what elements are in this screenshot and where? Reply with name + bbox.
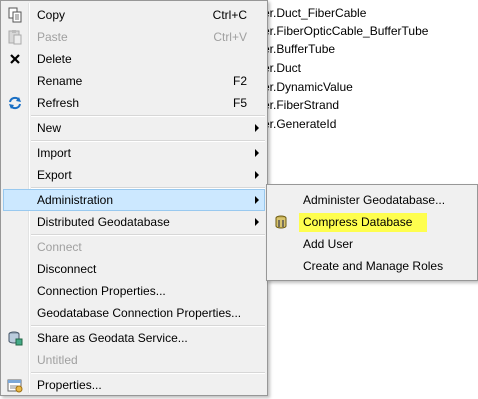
copy-menu-item[interactable]: Copy Ctrl+C (3, 4, 265, 26)
list-item[interactable]: er.Duct_FiberCable (263, 4, 366, 23)
menu-item-label: New (37, 121, 62, 135)
list-item[interactable]: er.Duct (263, 59, 301, 78)
compress-database-icon (273, 214, 289, 230)
refresh-icon (7, 95, 23, 111)
menu-item-label: Rename (37, 74, 83, 88)
menu-item-label: Export (37, 168, 72, 182)
menu-item-shortcut: F5 (232, 96, 247, 110)
menu-item-label: Connection Properties... (37, 284, 166, 298)
submenu-arrow-icon (255, 196, 259, 204)
submenu-arrow-icon (255, 171, 259, 179)
compress-database-menu-item[interactable]: Compress Database (269, 211, 475, 233)
menu-item-label: Administer Geodatabase... (303, 193, 446, 207)
list-item[interactable]: er.FiberOpticCable_BufferTube (263, 22, 428, 41)
submenu-arrow-icon (255, 149, 259, 157)
connect-menu-item[interactable]: Connect (3, 236, 265, 258)
menu-item-shortcut: Ctrl+C (212, 8, 247, 22)
refresh-menu-item[interactable]: Refresh F5 (3, 92, 265, 114)
administration-menu-item[interactable]: Administration (3, 189, 265, 211)
menu-item-label: Add User (303, 237, 354, 251)
connection-properties-menu-item[interactable]: Connection Properties... (3, 280, 265, 302)
menu-item-label: Distributed Geodatabase (37, 215, 170, 229)
rename-menu-item[interactable]: Rename F2 (3, 70, 265, 92)
delete-menu-item[interactable]: Delete (3, 48, 265, 70)
menu-item-label: Share as Geodata Service... (37, 331, 188, 345)
create-manage-roles-menu-item[interactable]: Create and Manage Roles (269, 255, 475, 277)
geodata-service-icon (7, 330, 23, 346)
copy-icon (7, 7, 23, 23)
menu-item-label: Properties... (37, 378, 102, 392)
disconnect-menu-item[interactable]: Disconnect (3, 258, 265, 280)
menu-item-label: Copy (37, 8, 66, 22)
administer-geodatabase-menu-item[interactable]: Administer Geodatabase... (269, 189, 475, 211)
properties-icon (7, 377, 23, 393)
submenu-arrow-icon (255, 218, 259, 226)
submenu-arrow-icon (255, 124, 259, 132)
new-menu-item[interactable]: New (3, 117, 265, 139)
properties-menu-item[interactable]: Properties... (3, 374, 265, 396)
export-menu-item[interactable]: Export (3, 164, 265, 186)
list-item[interactable]: er.DynamicValue (263, 78, 353, 97)
paste-menu-item[interactable]: Paste Ctrl+V (3, 26, 265, 48)
menu-item-label: Disconnect (37, 262, 97, 276)
import-menu-item[interactable]: Import (3, 142, 265, 164)
share-geodata-service-menu-item[interactable]: Share as Geodata Service... (3, 327, 265, 349)
menu-item-label: Geodatabase Connection Properties... (37, 306, 242, 320)
menu-item-label: Paste (37, 30, 68, 44)
list-item[interactable]: er.GenerateId (263, 115, 336, 134)
delete-icon (7, 51, 23, 67)
context-menu: Copy Ctrl+C Paste Ctrl+V Delete Rename F… (0, 0, 268, 396)
geodatabase-connection-properties-menu-item[interactable]: Geodatabase Connection Properties... (3, 302, 265, 324)
untitled-menu-item[interactable]: Untitled (3, 349, 265, 371)
distributed-geodatabase-menu-item[interactable]: Distributed Geodatabase (3, 211, 265, 233)
menu-item-label: Compress Database (303, 215, 413, 229)
paste-icon (7, 29, 23, 45)
menu-item-shortcut: F2 (232, 74, 247, 88)
menu-item-label: Connect (37, 240, 82, 254)
menu-item-label: Untitled (37, 353, 78, 367)
list-item[interactable]: er.BufferTube (263, 40, 335, 59)
list-item[interactable]: er.FiberStrand (263, 96, 339, 115)
menu-item-label: Import (37, 146, 72, 160)
menu-item-shortcut: Ctrl+V (213, 30, 247, 44)
administration-submenu: Administer Geodatabase... Compress Datab… (266, 184, 478, 281)
menu-item-label: Delete (37, 52, 72, 66)
add-user-menu-item[interactable]: Add User (269, 233, 475, 255)
menu-item-label: Create and Manage Roles (303, 259, 444, 273)
menu-item-label: Administration (37, 193, 114, 207)
menu-item-label: Refresh (37, 96, 80, 110)
